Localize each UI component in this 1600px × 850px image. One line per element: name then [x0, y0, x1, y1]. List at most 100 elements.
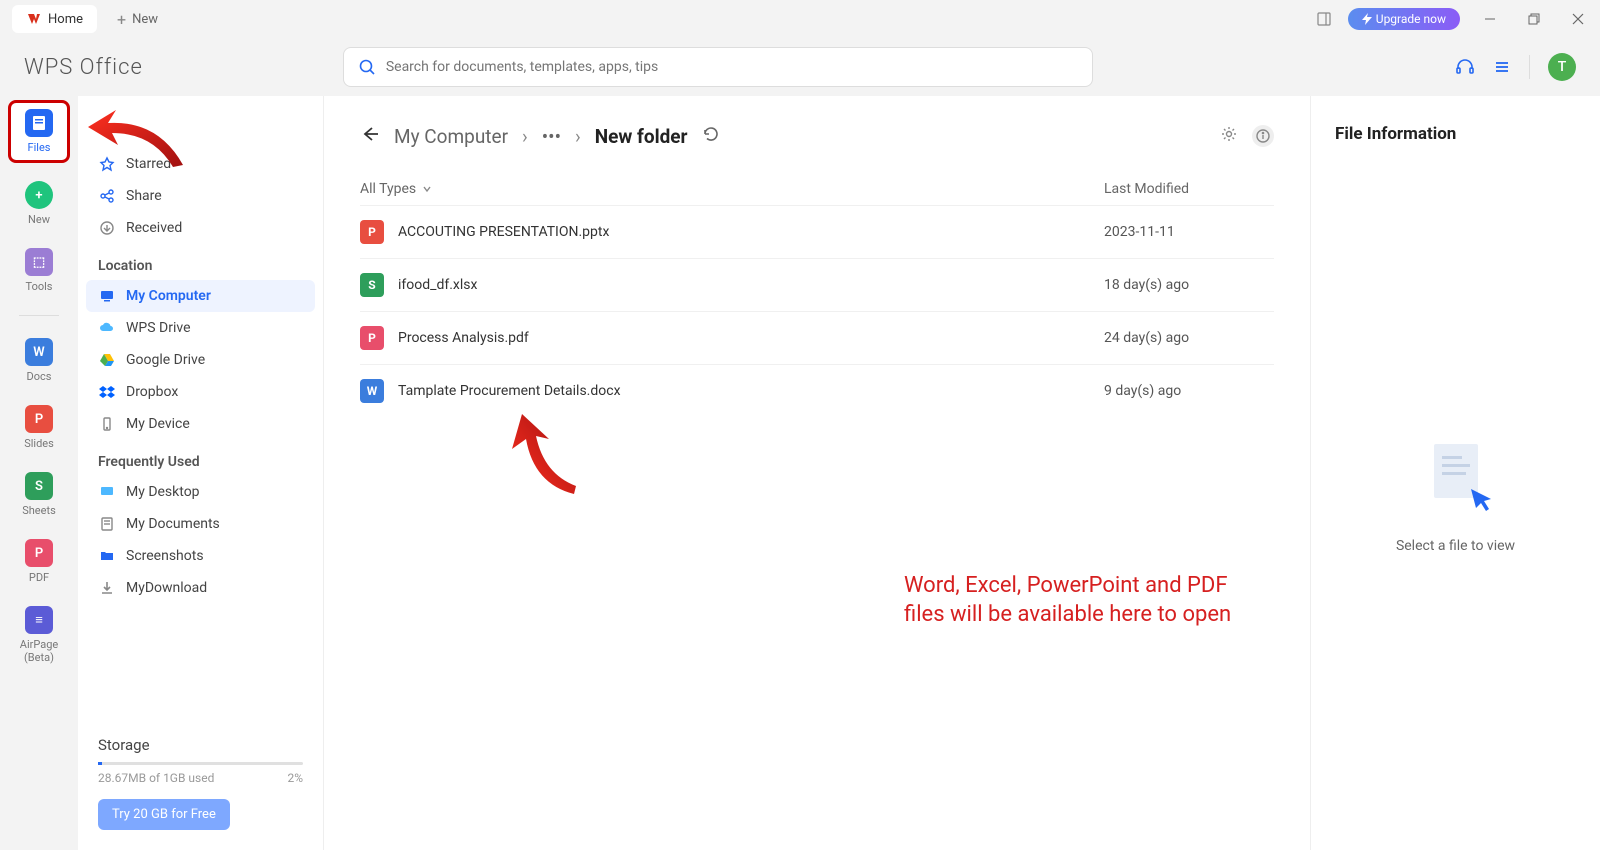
column-date[interactable]: Last Modified: [1104, 181, 1274, 197]
sidebar-item-starred[interactable]: Starred: [86, 148, 315, 180]
rail-docs-label: Docs: [27, 370, 52, 383]
cloud-icon: [98, 319, 116, 337]
maximize-button[interactable]: [1520, 5, 1548, 33]
avatar[interactable]: T: [1548, 53, 1576, 81]
sidebar: Starred Share Received Location My Compu…: [78, 96, 324, 850]
file-list: PACCOUTING PRESENTATION.pptx2023-11-11Si…: [360, 205, 1274, 417]
sidebar-item-wps-drive[interactable]: WPS Drive: [86, 312, 315, 344]
share-icon: [98, 187, 116, 205]
empty-file-icon: [1416, 434, 1496, 514]
plus-icon: +: [117, 10, 126, 29]
storage-bar: [98, 762, 303, 765]
sidebar-item-received[interactable]: Received: [86, 212, 315, 244]
sidebar-item-documents[interactable]: My Documents: [86, 508, 315, 540]
wps-logo-icon: [26, 11, 42, 27]
sidebar-item-my-device[interactable]: My Device: [86, 408, 315, 440]
file-row[interactable]: Sifood_df.xlsx18 day(s) ago: [360, 258, 1274, 311]
annotation-text: Word, Excel, PowerPoint and PDF files wi…: [904, 572, 1231, 629]
list-header: All Types Last Modified: [360, 181, 1274, 205]
received-icon: [98, 219, 116, 237]
rail-separator: [19, 315, 59, 316]
file-row[interactable]: PProcess Analysis.pdf24 day(s) ago: [360, 311, 1274, 364]
search-icon: [358, 58, 376, 76]
panel-icon[interactable]: [1316, 11, 1332, 27]
file-date: 9 day(s) ago: [1104, 383, 1274, 399]
file-date: 18 day(s) ago: [1104, 277, 1274, 293]
file-row[interactable]: PACCOUTING PRESENTATION.pptx2023-11-11: [360, 205, 1274, 258]
search-box[interactable]: [343, 47, 1093, 87]
divider: [1529, 55, 1530, 79]
content: My Computer › ••• › New folder All Types…: [324, 96, 1600, 850]
storage-title: Storage: [98, 736, 303, 754]
chevron-down-icon: [422, 184, 432, 194]
storage-pct: 2%: [287, 771, 303, 785]
file-row[interactable]: W Tamplate Procurement Details.docx9 day(…: [360, 364, 1274, 417]
header: WPS Office T: [0, 38, 1600, 96]
rail-tools-label: Tools: [26, 280, 53, 293]
slides-icon: P: [25, 405, 53, 433]
sidebar-item-google-drive[interactable]: Google Drive: [86, 344, 315, 376]
info-empty-state: Select a file to view: [1335, 434, 1576, 554]
sidebar-item-dropbox[interactable]: Dropbox: [86, 376, 315, 408]
file-name: Tamplate Procurement Details.docx: [398, 383, 1104, 399]
rail-sheets[interactable]: S Sheets: [18, 468, 60, 521]
upgrade-button[interactable]: Upgrade now: [1348, 8, 1460, 30]
rail-airpage-label: AirPage (Beta): [20, 638, 58, 664]
rail-files[interactable]: Files: [8, 100, 70, 163]
back-button[interactable]: [360, 124, 380, 149]
rail-docs[interactable]: W Docs: [21, 334, 57, 387]
sidebar-item-download[interactable]: MyDownload: [86, 572, 315, 604]
rail-pdf-label: PDF: [29, 571, 49, 584]
sidebar-freq-header: Frequently Used: [86, 440, 315, 476]
sidebar-item-screenshots[interactable]: Screenshots: [86, 540, 315, 572]
tab-new[interactable]: + New: [117, 10, 158, 29]
breadcrumb-root[interactable]: My Computer: [394, 125, 508, 148]
upgrade-label: Upgrade now: [1376, 12, 1446, 26]
rail-slides-label: Slides: [24, 437, 54, 450]
airpage-icon: ≡: [25, 606, 53, 634]
rail-new[interactable]: + New: [21, 177, 57, 230]
document-icon: [98, 515, 116, 533]
settings-icon[interactable]: [1220, 125, 1238, 148]
folder-icon: [98, 547, 116, 565]
tools-icon: ⬚: [25, 248, 53, 276]
rail-pdf[interactable]: P PDF: [21, 535, 57, 588]
refresh-button[interactable]: [702, 125, 720, 148]
storage-upgrade-button[interactable]: Try 20 GB for Free: [98, 799, 230, 830]
sidebar-location-header: Location: [86, 244, 315, 280]
file-name: ACCOUTING PRESENTATION.pptx: [398, 224, 1104, 240]
close-button[interactable]: [1564, 5, 1592, 33]
tab-home[interactable]: Home: [12, 5, 97, 33]
breadcrumb-ellipsis[interactable]: •••: [542, 125, 561, 148]
files-icon: [25, 109, 53, 137]
chevron-right-icon: ›: [522, 125, 528, 148]
chevron-right-icon: ›: [575, 125, 581, 148]
rail-airpage[interactable]: ≡ AirPage (Beta): [16, 602, 62, 668]
bolt-icon: [1362, 13, 1372, 25]
sidebar-item-desktop[interactable]: My Desktop: [86, 476, 315, 508]
plus-circle-icon: +: [25, 181, 53, 209]
info-panel-title: File Information: [1335, 124, 1576, 144]
app-logo: WPS Office: [24, 55, 143, 80]
storage-used: 28.67MB of 1GB used: [98, 771, 214, 785]
left-rail: Files + New ⬚ Tools W Docs P Slides S Sh…: [0, 96, 78, 850]
rail-new-label: New: [28, 213, 50, 226]
info-icon[interactable]: [1252, 125, 1274, 147]
file-type-icon: W: [360, 379, 384, 403]
tab-new-label: New: [132, 12, 158, 27]
filter-dropdown[interactable]: All Types: [360, 181, 1104, 197]
rail-slides[interactable]: P Slides: [20, 401, 58, 454]
headset-icon[interactable]: [1455, 57, 1475, 77]
breadcrumb: My Computer › ••• › New folder: [360, 124, 1274, 149]
file-date: 24 day(s) ago: [1104, 330, 1274, 346]
sidebar-item-share[interactable]: Share: [86, 180, 315, 212]
desktop-icon: [98, 483, 116, 501]
sidebar-item-my-computer[interactable]: My Computer: [86, 280, 315, 312]
minimize-button[interactable]: [1476, 5, 1504, 33]
file-type-icon: P: [360, 220, 384, 244]
rail-tools[interactable]: ⬚ Tools: [21, 244, 57, 297]
menu-icon[interactable]: [1493, 58, 1511, 76]
star-icon: [98, 155, 116, 173]
search-input[interactable]: [386, 59, 1078, 75]
file-type-icon: P: [360, 326, 384, 350]
